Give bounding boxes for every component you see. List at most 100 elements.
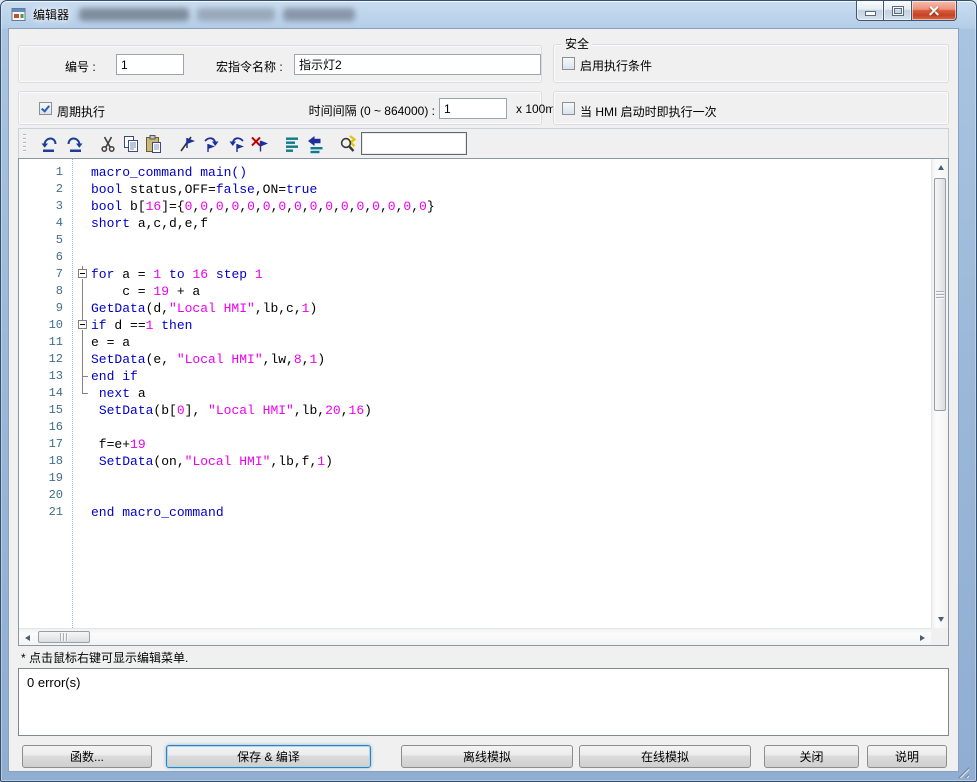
code-line-14[interactable]: 14 next a — [19, 385, 931, 402]
code-line-5[interactable]: 5 — [19, 232, 931, 249]
previous-bookmark-button[interactable] — [225, 133, 246, 154]
dialog-body: 编号 : 宏指令名称 : 安全 启用执行条件 周期执行 时间间隔 (0 ~ 86… — [9, 29, 958, 771]
find-input[interactable] — [361, 132, 467, 155]
redacted-text — [79, 8, 189, 21]
save-compile-button[interactable]: 保存 & 编译 — [166, 745, 371, 768]
scroll-right-button[interactable] — [914, 629, 931, 646]
code-line-6[interactable]: 6 — [19, 249, 931, 266]
undo-button[interactable] — [39, 133, 60, 154]
code-line-8[interactable]: 8 c = 19 + a — [19, 283, 931, 300]
code-line-11[interactable]: 11e = a — [19, 334, 931, 351]
code-line-18[interactable]: 18 SetData(on,"Local HMI",lb,f,1) — [19, 453, 931, 470]
next-bookmark-button[interactable] — [201, 133, 222, 154]
line-number: 6 — [19, 249, 69, 266]
toggle-bookmark-button[interactable] — [177, 133, 198, 154]
code-line-7[interactable]: 7for a = 1 to 16 step 1 — [19, 266, 931, 283]
undo-icon — [40, 134, 60, 154]
code-lines: 1macro_command main()2bool status,OFF=fa… — [19, 164, 931, 521]
code-editor[interactable]: 1macro_command main()2bool status,OFF=fa… — [18, 158, 949, 646]
code-line-2[interactable]: 2bool status,OFF=false,ON=true — [19, 181, 931, 198]
line-number: 3 — [19, 198, 69, 215]
code-line-19[interactable]: 19 — [19, 470, 931, 487]
macro-number-input[interactable] — [116, 54, 184, 75]
line-number: 15 — [19, 402, 69, 419]
code-text: end if — [91, 368, 138, 385]
horizontal-scroll-thumb[interactable] — [38, 631, 90, 643]
maximize-button[interactable] — [884, 1, 912, 21]
find-button[interactable] — [337, 133, 358, 154]
code-line-21[interactable]: 21end macro_command — [19, 504, 931, 521]
fold-toggle-icon[interactable] — [75, 266, 91, 283]
window-title: 编辑器 — [33, 1, 69, 29]
cut-button[interactable] — [97, 133, 118, 154]
line-number: 7 — [19, 266, 69, 283]
code-text: e = a — [91, 334, 130, 351]
scroll-up-button[interactable] — [932, 159, 949, 176]
fold-guide — [75, 487, 91, 504]
fold-guide — [75, 164, 91, 181]
line-number: 9 — [19, 300, 69, 317]
code-text: GetData(d,"Local HMI",lb,c,1) — [91, 300, 317, 317]
enable-condition-checkbox[interactable] — [562, 57, 575, 70]
paste-icon — [144, 134, 164, 154]
fold-guide — [75, 351, 91, 368]
goto-line-button[interactable] — [305, 133, 326, 154]
horizontal-scrollbar[interactable] — [19, 628, 931, 645]
code-line-16[interactable]: 16 — [19, 419, 931, 436]
titlebar[interactable]: 编辑器 — [1, 1, 976, 29]
code-text: macro_command main() — [91, 164, 247, 181]
code-line-3[interactable]: 3bool b[16]={0,0,0,0,0,0,0,0,0,0,0,0,0,0… — [19, 198, 931, 215]
code-line-17[interactable]: 17 f=e+19 — [19, 436, 931, 453]
vertical-scrollbar[interactable] — [931, 159, 948, 628]
clear-bookmarks-button[interactable] — [249, 133, 270, 154]
fold-toggle-icon[interactable] — [75, 317, 91, 334]
copy-button[interactable] — [120, 133, 141, 154]
code-line-15[interactable]: 15 SetData(b[0], "Local HMI",lb,20,16) — [19, 402, 931, 419]
periodic-label: 周期执行 — [57, 103, 105, 120]
enable-condition-label: 启用执行条件 — [580, 57, 652, 74]
arrow-down-icon — [938, 617, 944, 625]
code-text: SetData(e, "Local HMI",lw,8,1) — [91, 351, 325, 368]
help-button[interactable]: 说明 — [867, 745, 947, 768]
fold-guide — [75, 504, 91, 521]
online-simulation-button[interactable]: 在线模拟 — [579, 745, 751, 768]
scrollbar-corner — [931, 628, 948, 645]
code-area[interactable]: 1macro_command main()2bool status,OFF=fa… — [19, 159, 931, 628]
code-line-10[interactable]: 10if d ==1 then — [19, 317, 931, 334]
close-button[interactable] — [912, 1, 957, 21]
code-line-13[interactable]: 13end if — [19, 368, 931, 385]
macro-name-input[interactable] — [294, 54, 541, 75]
code-line-20[interactable]: 20 — [19, 487, 931, 504]
periodic-checkbox[interactable] — [39, 102, 52, 115]
functions-button[interactable]: 函数... — [22, 745, 152, 768]
interval-input[interactable] — [439, 98, 507, 119]
check-icon — [41, 103, 50, 112]
redo-button[interactable] — [63, 133, 84, 154]
offline-simulation-button[interactable]: 离线模拟 — [401, 745, 573, 768]
redacted-text — [283, 8, 355, 21]
line-number: 12 — [19, 351, 69, 368]
scroll-left-button[interactable] — [19, 629, 36, 646]
compile-output[interactable]: 0 error(s) — [18, 668, 949, 736]
code-line-9[interactable]: 9 GetData(d,"Local HMI",lb,c,1) — [19, 300, 931, 317]
line-number: 4 — [19, 215, 69, 232]
close-dialog-button[interactable]: 关闭 — [764, 745, 859, 768]
code-line-12[interactable]: 12 SetData(e, "Local HMI",lw,8,1) — [19, 351, 931, 368]
fold-guide — [75, 453, 91, 470]
vertical-scroll-thumb[interactable] — [934, 178, 946, 411]
paste-button[interactable] — [143, 133, 164, 154]
gutter-separator — [72, 159, 73, 628]
line-list-button[interactable] — [281, 133, 302, 154]
code-line-4[interactable]: 4short a,c,d,e,f — [19, 215, 931, 232]
toolbar-grip[interactable] — [23, 134, 26, 154]
resize-grip[interactable] — [957, 766, 969, 778]
scroll-down-button[interactable] — [932, 611, 949, 628]
run-on-startup-checkbox[interactable] — [562, 102, 575, 115]
code-line-1[interactable]: 1macro_command main() — [19, 164, 931, 181]
fold-guide — [75, 436, 91, 453]
minimize-button[interactable] — [856, 1, 884, 21]
code-text: SetData(on,"Local HMI",lb,f,1) — [91, 453, 333, 470]
code-text: end macro_command — [91, 504, 224, 521]
line-number: 19 — [19, 470, 69, 487]
thumb-grip-icon — [936, 291, 944, 299]
